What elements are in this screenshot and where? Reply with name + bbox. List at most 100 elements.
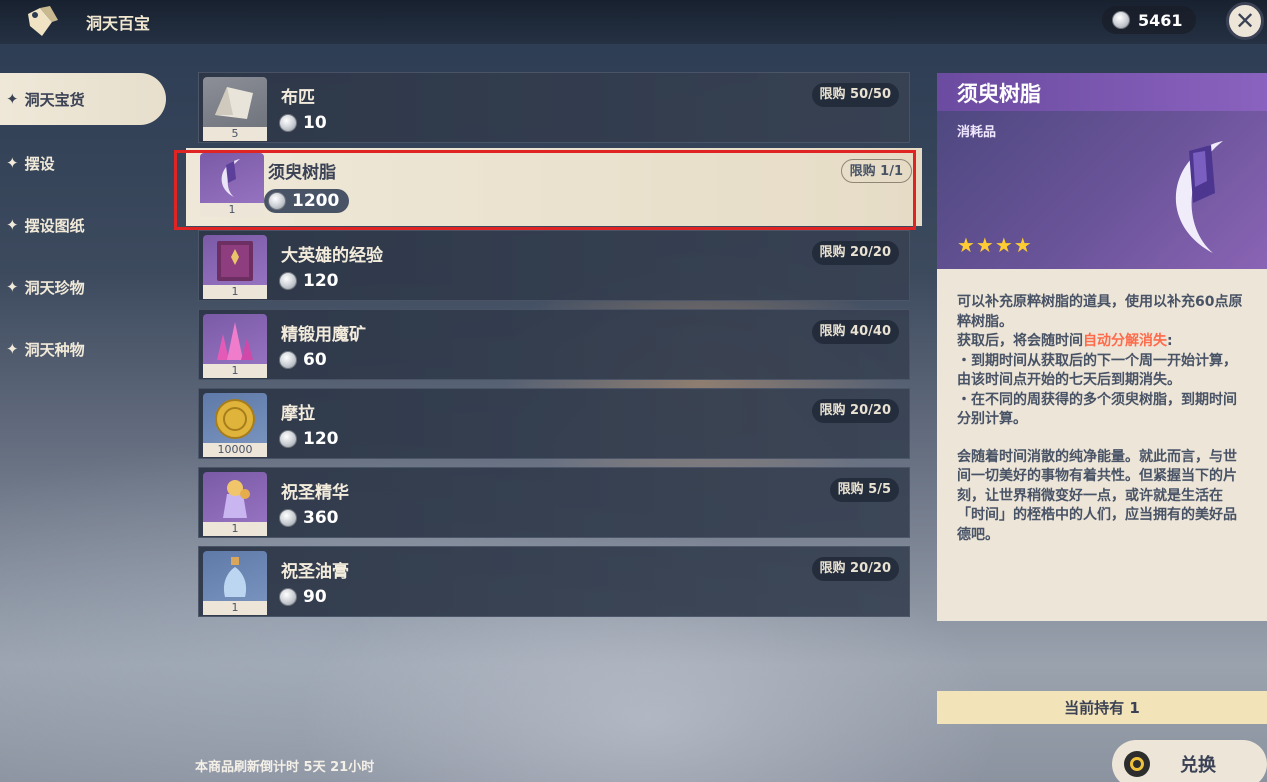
silver-coin-icon [279,509,297,527]
item-price-value: 60 [303,350,327,370]
description-suffix: : [1167,333,1173,349]
sidebar-item-label: 洞天种物 [24,340,85,359]
description-highlight: 自动分解消失 [1083,333,1167,349]
rarity-stars: ★★★★ [957,233,1033,257]
sidebar-item-label: 洞天珍物 [24,278,85,297]
silver-coin-icon [279,114,297,132]
item-quantity: 1 [203,285,267,299]
purchase-limit-badge: 限购 20/20 [811,399,899,423]
shop-item-heros-wit[interactable]: 1 大英雄的经验 120 限购 20/20 [198,230,910,301]
sanctifying-unction-icon [223,557,247,597]
sidebar-item-seeds[interactable]: ✦ 洞天种物 [0,318,170,380]
refresh-countdown: 本商品刷新倒计时 5天 21小时 [195,760,375,775]
item-price-value: 1200 [292,191,340,211]
silver-coin-icon [279,588,297,606]
shop-item-mystic-ore[interactable]: 1 精锻用魔矿 60 限购 40/40 [198,309,910,380]
item-price: 1200 [264,189,350,213]
item-name: 祝圣精华 [281,483,349,503]
item-quantity: 1 [203,522,267,536]
flavor-text: 会随着时间消散的纯净能量。就此而言，与世间一切美好的事物有着共性。但紧握当下的片… [957,448,1237,543]
item-price-value: 10 [303,113,327,133]
item-price-value: 120 [303,429,339,449]
sidebar-item-label: 洞天宝货 [24,90,85,109]
top-bar: 洞天百宝 5461 ✕ [0,0,1267,44]
item-type: 消耗品 [957,125,997,140]
star-icon: ✦ [6,90,19,108]
purchase-limit-badge: 限购 50/50 [811,83,899,107]
shop-tag-icon [28,6,58,36]
description-line: ・到期时间从获取后的下一个周一开始计算，由该时间点开始的七天后到期消失。 [957,352,1237,389]
mora-icon [215,399,255,439]
silver-coin-icon [268,192,286,210]
detail-header: 须臾树脂 [937,73,1267,111]
shop-item-sanctifying-essence[interactable]: 1 祝圣精华 360 限购 5/5 [198,467,910,538]
item-price-value: 90 [303,587,327,607]
item-quantity: 1 [200,203,264,217]
close-button[interactable]: ✕ [1226,2,1264,40]
shop-item-cloth[interactable]: 5 布匹 10 限购 50/50 [198,72,910,143]
exchange-button[interactable]: 兑换 [1112,740,1267,782]
description-prefix: 获取后，将会随时间 [957,333,1083,349]
shop-item-fragile-resin[interactable]: 1 须臾树脂 1200 限购 1/1 [186,148,922,226]
item-name: 大英雄的经验 [281,246,383,266]
shop-item-sanctifying-unction[interactable]: 1 祝圣油膏 90 限购 20/20 [198,546,910,617]
close-icon: ✕ [1234,7,1256,35]
item-quantity: 1 [203,364,267,378]
item-price: 120 [279,271,339,291]
item-thumbnail: 1 [203,551,267,615]
item-name: 须臾树脂 [268,163,336,183]
item-price: 120 [279,429,339,449]
purchase-limit-badge: 限购 1/1 [840,159,912,183]
item-name: 布匹 [281,88,315,108]
item-detail-panel: 须臾树脂 消耗品 ★★★★ 可以补充原粹树脂的道具，使用以补充60点原粹树脂。 … [937,73,1267,621]
crystal-ore-icon [217,322,253,360]
shop-item-mora[interactable]: 10000 摩拉 120 限购 20/20 [198,388,910,459]
description-line: ・在不同的周获得的多个须臾树脂，到期时间分别计算。 [957,391,1237,428]
sanctifying-essence-icon [223,480,250,518]
star-icon: ✦ [6,278,19,296]
item-quantity: 10000 [203,443,267,457]
sidebar-item-treasures[interactable]: ✦ 洞天宝货 [0,73,166,125]
category-sidebar: ✦ 洞天宝货 ✦ 摆设 ✦ 摆设图纸 ✦ 洞天珍物 ✦ 洞天种物 [0,70,170,380]
confirm-circle-icon [1124,751,1150,777]
sidebar-item-furnishings[interactable]: ✦ 摆设 [0,132,170,194]
currency-display: 5461 [1102,6,1196,34]
book-icon [217,241,253,281]
item-name: 祝圣油膏 [281,562,349,582]
silver-coin-icon [279,272,297,290]
star-icon: ✦ [6,340,19,358]
star-icon: ✦ [6,216,19,234]
description-line: 可以补充原粹树脂的道具，使用以补充60点原粹树脂。 [957,294,1243,330]
item-name: 精锻用魔矿 [281,325,366,345]
detail-hero: 消耗品 ★★★★ [937,111,1267,269]
currency-amount: 5461 [1138,10,1183,30]
detail-description: 可以补充原粹树脂的道具，使用以补充60点原粹树脂。 获取后，将会随时间自动分解消… [937,269,1267,621]
resin-icon [221,159,240,197]
item-thumbnail: 1 [203,314,267,378]
item-thumbnail: 1 [203,235,267,299]
item-thumbnail: 10000 [203,393,267,457]
owned-count: 当前持有 1 [937,691,1267,724]
sidebar-item-rarities[interactable]: ✦ 洞天珍物 [0,256,170,318]
purchase-limit-badge: 限购 20/20 [811,557,899,581]
description-text: 可以补充原粹树脂的道具，使用以补充60点原粹树脂。 获取后，将会随时间自动分解消… [957,293,1247,545]
description-line: 获取后，将会随时间自动分解消失: [957,332,1247,352]
sidebar-item-blueprints[interactable]: ✦ 摆设图纸 [0,194,170,256]
item-name: 摩拉 [281,404,315,424]
purchase-limit-badge: 限购 20/20 [811,241,899,265]
resin-icon [1175,141,1223,253]
item-price: 10 [279,113,327,133]
sidebar-item-label: 摆设 [24,154,55,173]
item-quantity: 5 [203,127,267,141]
sidebar-item-label: 摆设图纸 [24,216,85,235]
item-price-value: 360 [303,508,339,528]
exchange-label: 兑换 [1180,755,1216,776]
silver-coin-icon [1112,11,1130,29]
shop-title: 洞天百宝 [86,14,151,33]
item-price: 90 [279,587,327,607]
silver-coin-icon [279,351,297,369]
item-quantity: 1 [203,601,267,615]
purchase-limit-badge: 限购 40/40 [811,320,899,344]
item-price: 360 [279,508,339,528]
